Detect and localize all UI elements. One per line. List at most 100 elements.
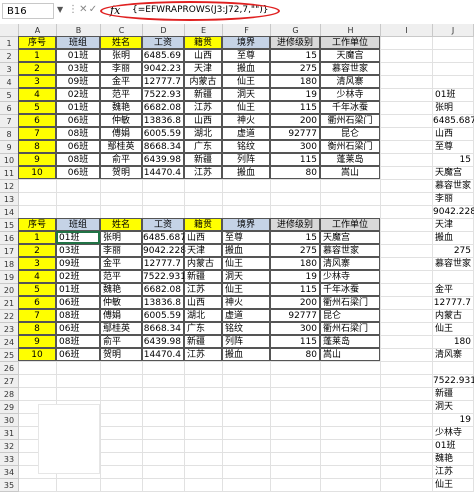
table-cell[interactable]: 新疆 <box>184 88 222 101</box>
table-cell[interactable]: 275 <box>270 62 320 75</box>
cell[interactable] <box>19 362 57 375</box>
column-j-value[interactable]: 清风寨 <box>433 349 474 362</box>
table-cell[interactable]: 蓬莱岛 <box>320 153 380 166</box>
table-cell[interactable]: 03班 <box>56 62 100 75</box>
table-cell[interactable]: 江苏 <box>184 101 222 114</box>
cell[interactable] <box>185 375 223 388</box>
table-cell[interactable]: 搬血 <box>222 348 270 361</box>
table-cell[interactable]: 14470.4 <box>142 166 184 179</box>
table-cell[interactable]: 9042.23 <box>142 62 184 75</box>
row-header-20[interactable]: 20 <box>0 284 19 297</box>
row-header-10[interactable]: 10 <box>0 154 19 167</box>
cell[interactable] <box>185 193 223 206</box>
cell[interactable] <box>381 76 433 89</box>
cell[interactable] <box>185 466 223 479</box>
table-cell[interactable]: 俞平 <box>100 335 142 348</box>
table-cell[interactable]: 15 <box>270 49 320 62</box>
table-cell[interactable]: 衢州石梁门 <box>320 322 380 335</box>
table-cell[interactable]: 新疆 <box>184 335 222 348</box>
cell[interactable] <box>223 453 271 466</box>
cell[interactable] <box>57 193 101 206</box>
table-cell[interactable]: 神火 <box>222 114 270 127</box>
table-cell[interactable]: 仲敏 <box>100 114 142 127</box>
table-cell[interactable]: 列阵 <box>222 335 270 348</box>
table-cell[interactable]: 6 <box>18 114 56 127</box>
table-cell[interactable]: 14470.4 <box>142 348 184 361</box>
table-cell[interactable]: 少林寺 <box>320 270 380 283</box>
cell[interactable] <box>381 167 433 180</box>
cell[interactable] <box>101 453 143 466</box>
column-j-value[interactable]: 9042.228 <box>433 206 474 219</box>
table-cell[interactable]: 山西 <box>184 114 222 127</box>
table-cell[interactable]: 仙王 <box>222 283 270 296</box>
table-cell[interactable]: 8668.34 <box>142 322 184 335</box>
table-cell[interactable]: 天魔宫 <box>320 231 380 244</box>
table-cell[interactable]: 180 <box>270 75 320 88</box>
cell[interactable] <box>101 414 143 427</box>
table-cell[interactable]: 5 <box>18 283 56 296</box>
table-cell[interactable]: 10 <box>18 166 56 179</box>
cell[interactable] <box>185 479 223 492</box>
table-cell[interactable]: 06班 <box>56 166 100 179</box>
cell[interactable] <box>143 427 185 440</box>
table-cell[interactable]: 鄢桂英 <box>100 322 142 335</box>
table-cell[interactable]: 01班 <box>56 49 100 62</box>
table-cell[interactable]: 山西 <box>184 296 222 309</box>
cell[interactable] <box>381 297 433 310</box>
cell[interactable] <box>185 453 223 466</box>
cell[interactable] <box>101 362 143 375</box>
cell[interactable] <box>271 388 321 401</box>
cell[interactable] <box>381 115 433 128</box>
cell[interactable] <box>381 180 433 193</box>
table-cell[interactable]: 范平 <box>100 270 142 283</box>
cell[interactable] <box>381 245 433 258</box>
table-cell[interactable]: 魏艳 <box>100 283 142 296</box>
table-cell[interactable]: 内蒙古 <box>184 75 222 88</box>
cell[interactable] <box>321 427 381 440</box>
column-j-value[interactable]: 180 <box>433 336 474 349</box>
cell[interactable] <box>223 466 271 479</box>
cell[interactable] <box>185 440 223 453</box>
table-cell[interactable]: 慕容世家 <box>320 62 380 75</box>
cell[interactable] <box>381 466 433 479</box>
cell[interactable] <box>381 414 433 427</box>
cell[interactable] <box>185 362 223 375</box>
table-cell[interactable]: 仲敏 <box>100 296 142 309</box>
table-cell[interactable]: 300 <box>270 322 320 335</box>
table-cell[interactable]: 傅娟 <box>100 309 142 322</box>
table-cell[interactable]: 92777 <box>270 309 320 322</box>
table-cell[interactable]: 06班 <box>56 114 100 127</box>
row-header-34[interactable]: 34 <box>0 466 19 479</box>
row-header-17[interactable]: 17 <box>0 245 19 258</box>
cell[interactable] <box>19 193 57 206</box>
table-cell[interactable]: 115 <box>270 335 320 348</box>
table-cell[interactable]: 80 <box>270 166 320 179</box>
column-j-value[interactable]: 天魔宫 <box>433 167 474 180</box>
table-cell[interactable]: 9 <box>18 153 56 166</box>
cell[interactable] <box>381 336 433 349</box>
cell[interactable] <box>57 180 101 193</box>
column-j-value[interactable]: 搬血 <box>433 232 474 245</box>
table-cell[interactable]: 江苏 <box>184 348 222 361</box>
cell[interactable] <box>223 375 271 388</box>
cell[interactable] <box>101 479 143 492</box>
cell[interactable] <box>381 232 433 245</box>
table-cell[interactable]: 7 <box>18 309 56 322</box>
table-cell[interactable]: 115 <box>270 153 320 166</box>
cell[interactable] <box>101 388 143 401</box>
cell[interactable] <box>223 440 271 453</box>
table-cell[interactable]: 15 <box>270 231 320 244</box>
table-cell[interactable]: 湖北 <box>184 309 222 322</box>
cell[interactable] <box>185 414 223 427</box>
cell[interactable] <box>381 258 433 271</box>
column-j-value[interactable] <box>433 271 474 284</box>
cell[interactable] <box>321 453 381 466</box>
table-cell[interactable]: 蓬莱岛 <box>320 335 380 348</box>
cell[interactable] <box>381 50 433 63</box>
column-j-value[interactable]: 山西 <box>433 128 474 141</box>
cell[interactable] <box>381 102 433 115</box>
row-header-15[interactable]: 15 <box>0 219 19 232</box>
table-cell[interactable]: 仙王 <box>222 75 270 88</box>
cell[interactable] <box>143 362 185 375</box>
cell[interactable] <box>271 180 321 193</box>
